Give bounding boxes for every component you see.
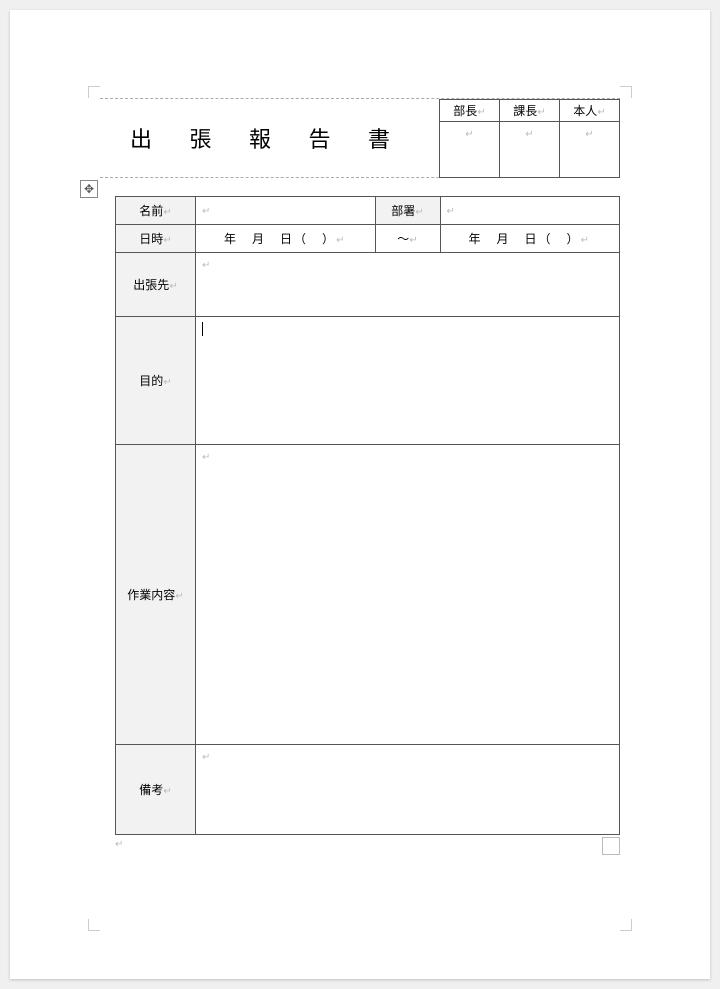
table-spacer: ✥ [115, 178, 620, 196]
margin-corner-tl [88, 86, 100, 98]
approval-header-chief: 課長↵ [500, 99, 560, 121]
text-cursor-icon [202, 322, 203, 336]
label-name: 名前↵ [116, 197, 196, 225]
para-mark-icon: ↵ [537, 107, 545, 118]
para-mark-icon: ↵ [585, 129, 593, 140]
header-row: 出 張 報 告 書 部長↵ 課長↵ 本人↵ ↵ ↵ ↵ [100, 98, 620, 178]
report-form-table: 名前↵ ↵ 部署↵ ↵ 日時↵ 年 月 日（ ）↵ ～↵ 年 月 日（ ）↵ 出… [115, 196, 620, 835]
field-date-to[interactable]: 年 月 日（ ）↵ [440, 225, 620, 253]
document-title: 出 張 報 告 書 [100, 122, 439, 154]
para-mark-icon: ↵ [115, 839, 123, 850]
margin-corner-bl [88, 919, 100, 931]
field-notes[interactable]: ↵ [196, 745, 620, 835]
approval-stamp-chief[interactable]: ↵ [500, 121, 560, 177]
label-destination: 出張先↵ [116, 253, 196, 317]
table-move-handle-icon[interactable]: ✥ [80, 180, 98, 198]
label-department: 部署↵ [375, 197, 440, 225]
approval-header-self: 本人↵ [560, 99, 620, 121]
field-destination[interactable]: ↵ [196, 253, 620, 317]
approval-stamp-manager[interactable]: ↵ [440, 121, 500, 177]
para-mark-icon: ↵ [525, 129, 533, 140]
field-department[interactable]: ↵ [440, 197, 620, 225]
label-work-content: 作業内容↵ [116, 445, 196, 745]
para-mark-icon: ↵ [597, 107, 605, 118]
field-work-content[interactable]: ↵ [196, 445, 620, 745]
document-content[interactable]: 出 張 報 告 書 部長↵ 課長↵ 本人↵ ↵ ↵ ↵ ✥ 名前↵ ↵ [115, 98, 620, 839]
margin-corner-tr [620, 86, 632, 98]
para-mark-icon: ↵ [465, 129, 473, 140]
approval-header-manager: 部長↵ [440, 99, 500, 121]
label-notes: 備考↵ [116, 745, 196, 835]
document-page: 出 張 報 告 書 部長↵ 課長↵ 本人↵ ↵ ↵ ↵ ✥ 名前↵ ↵ [10, 10, 710, 979]
para-mark-icon: ↵ [477, 107, 485, 118]
label-purpose: 目的↵ [116, 317, 196, 445]
approval-stamp-table: 部長↵ 課長↵ 本人↵ ↵ ↵ ↵ [439, 99, 620, 178]
label-datetime: 日時↵ [116, 225, 196, 253]
field-purpose[interactable] [196, 317, 620, 445]
page-setup-box-icon[interactable] [602, 837, 620, 855]
approval-stamp-self[interactable]: ↵ [560, 121, 620, 177]
field-name[interactable]: ↵ [196, 197, 376, 225]
date-separator: ～↵ [375, 225, 440, 253]
field-date-from[interactable]: 年 月 日（ ）↵ [196, 225, 376, 253]
margin-corner-br [620, 919, 632, 931]
